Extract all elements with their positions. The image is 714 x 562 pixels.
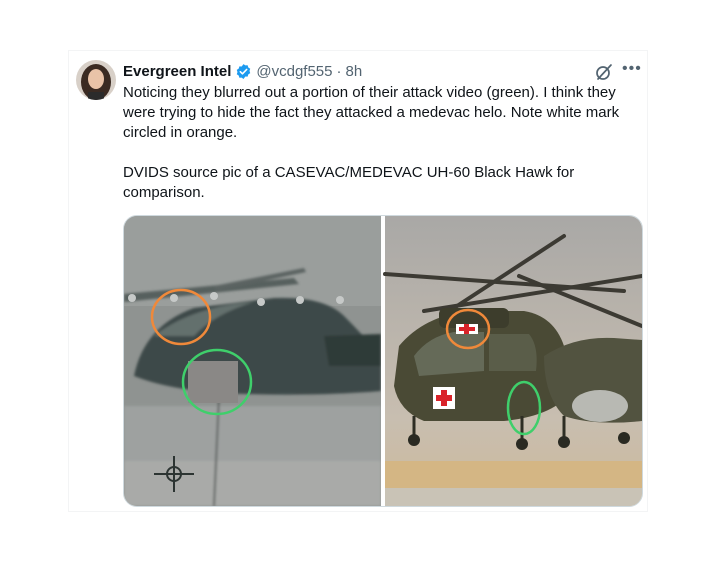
- left-media-image[interactable]: [124, 216, 381, 506]
- tweet-paragraph-2: DVIDS source pic of a CASEVAC/MEDEVAC UH…: [123, 164, 575, 201]
- right-media-image[interactable]: [383, 216, 642, 506]
- separator-dot: ·: [336, 62, 342, 80]
- timestamp[interactable]: 8h: [346, 63, 363, 80]
- more-icon[interactable]: •••: [622, 60, 642, 78]
- display-name[interactable]: Evergreen Intel: [123, 63, 231, 80]
- tweet-text: Noticing they blurred out a portion of t…: [123, 83, 628, 203]
- verified-badge-icon[interactable]: [235, 63, 252, 80]
- tweet-media[interactable]: [123, 215, 643, 507]
- grok-icon[interactable]: [594, 62, 614, 82]
- tweet-header: Evergreen Intel @vcdgf555 · 8h: [123, 60, 362, 82]
- avatar[interactable]: [76, 60, 116, 100]
- handle[interactable]: @vcdgf555: [256, 63, 332, 80]
- tweet-paragraph-1: Noticing they blurred out a portion of t…: [123, 84, 620, 141]
